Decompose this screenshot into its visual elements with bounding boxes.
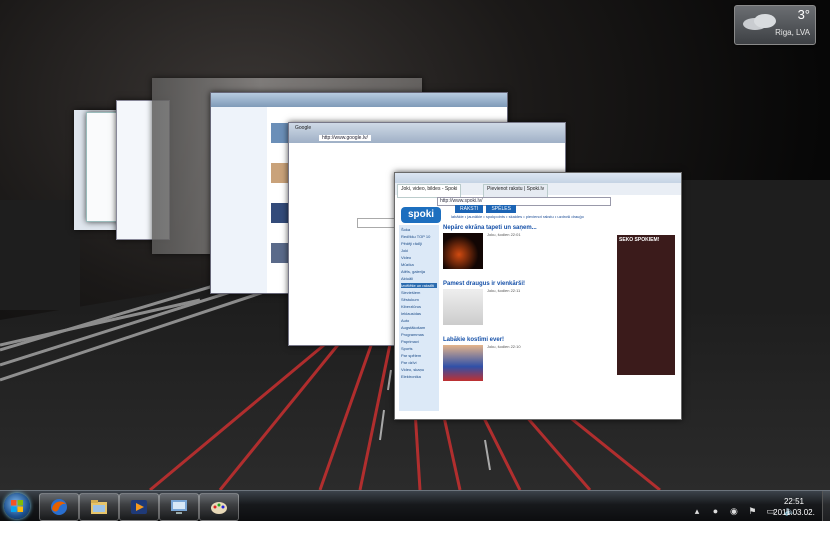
sidebar-item[interactable]: Video, skaņu (401, 367, 437, 372)
sidebar-item[interactable]: Mūzika (401, 262, 437, 267)
taskbar-media-player[interactable] (119, 493, 159, 521)
nav-item[interactable] (214, 138, 264, 143)
tab-spoki[interactable]: Joki, video, bildes - Spoki (397, 184, 462, 198)
flag-icon[interactable]: ⚑ (747, 506, 757, 516)
advertisement-banner[interactable]: SEKO SPOKIEM! (617, 235, 675, 375)
clock[interactable]: 22:51 2011.03.02. (770, 496, 818, 518)
skype-icon[interactable]: ● (710, 506, 720, 516)
spoki-browser-window[interactable]: Joki, video, bildes - Spoki Pievienot ra… (394, 172, 682, 420)
sidebar-item[interactable]: Šoka (401, 227, 437, 232)
taskbar-paint[interactable] (199, 493, 239, 521)
sidebar-item[interactable]: Paprimavi (401, 339, 437, 344)
clock-time: 22:51 (783, 497, 805, 506)
windows-start-icon[interactable] (4, 493, 30, 519)
google-titlebar[interactable]: Google http://www.google.lv/ (289, 123, 565, 143)
nav-item[interactable] (214, 129, 264, 134)
article[interactable]: Labākie kostīmi ever! Joku, šodien 22:10 (443, 337, 599, 381)
article-meta: Joku, šodien 22:10 (487, 344, 521, 349)
sidebar-item[interactable]: Aktuāli (401, 276, 437, 281)
sidebar-item[interactable]: Auto (401, 318, 437, 323)
sidebar-item[interactable]: Elektronika (401, 374, 437, 379)
sidebar-item[interactable]: Izvēlētie un rakstīti (401, 283, 437, 288)
article[interactable]: Nepārc ekrāna tapeti un saņem... Joku, š… (443, 225, 599, 269)
article-image[interactable] (443, 345, 483, 381)
explorer-nav-pane (211, 107, 267, 293)
spoki-nav-tabs: RAKSTI SPĒLES (455, 205, 518, 213)
taskbar-firefox[interactable] (39, 493, 79, 521)
nav-item[interactable] (214, 111, 264, 116)
ad-text: SEKO SPOKIEM! (619, 237, 660, 243)
spoki-tabbar: Joki, video, bildes - Spoki Pievienot ra… (395, 183, 681, 198)
sidebar-item[interactable]: Kiberzlūrus (401, 304, 437, 309)
taskbar: ▴ ● ◉ ⚑ ▭ 🔈 22:51 2011.03.02. (0, 490, 830, 521)
windows-flag-icon (11, 500, 23, 512)
spoki-categories[interactable]: labākie • jaunākie • spokpoints • skaide… (451, 214, 584, 219)
network-icon[interactable]: ◉ (729, 506, 739, 516)
taskbar-explorer[interactable] (79, 493, 119, 521)
spoki-logo[interactable]: spoki (401, 207, 441, 223)
tab-raksti[interactable]: RAKSTI (455, 205, 484, 213)
explorer-icon (91, 500, 107, 514)
weather-temperature: 3° (797, 7, 810, 22)
article-title[interactable]: Labākie kostīmi ever! (443, 337, 599, 343)
spoki-sidebar: Šoka Redīššu TOP 10 Pēdēji rādīji Joki V… (399, 225, 439, 411)
show-desktop-button[interactable] (822, 491, 830, 521)
sidebar-item[interactable]: Par spēlem (401, 353, 437, 358)
google-address-bar[interactable]: http://www.google.lv/ (319, 135, 371, 141)
show-hidden-icon[interactable]: ▴ (692, 506, 702, 516)
taskbar-remote-desktop[interactable] (159, 493, 199, 521)
remote-desktop-icon (171, 500, 187, 514)
paint-icon (211, 502, 227, 514)
article[interactable]: Pamest draugus ir vienkārši! Joku, šodie… (443, 281, 599, 325)
sidebar-item[interactable]: Par dzīvi (401, 360, 437, 365)
sidebar-item[interactable]: Sēstukum (401, 297, 437, 302)
explorer-titlebar[interactable] (211, 93, 507, 107)
nav-item[interactable] (214, 147, 264, 152)
sidebar-item[interactable]: Video (401, 255, 437, 260)
media-player-icon (131, 500, 147, 514)
nav-item[interactable] (214, 120, 264, 125)
tab-pievienot-rakstu[interactable]: Pievienot rakstu | Spoki.lv (483, 184, 549, 198)
sidebar-item[interactable]: Augstākošam (401, 325, 437, 330)
article-image[interactable] (443, 233, 483, 269)
google-tab[interactable]: Google (295, 125, 311, 131)
tab-speles[interactable]: SPĒLES (486, 205, 516, 213)
article-meta: Joku, šodien 22:01 (487, 232, 521, 237)
sidebar-item[interactable]: Joki (401, 248, 437, 253)
article-title[interactable]: Pamest draugus ir vienkārši! (443, 281, 599, 287)
weather-gadget[interactable]: 3° Riga, LVA (734, 5, 816, 45)
sidebar-item[interactable]: Atēls, galerija (401, 269, 437, 274)
article-image[interactable] (443, 289, 483, 325)
weather-city: Riga, LVA (775, 28, 810, 37)
sidebar-item[interactable]: Sports (401, 346, 437, 351)
sidebar-item[interactable]: Pēdēji rādīji (401, 241, 437, 246)
article-title[interactable]: Nepārc ekrāna tapeti un saņem... (443, 225, 599, 231)
sidebar-item[interactable]: Sieviešiem (401, 290, 437, 295)
firefox-icon (51, 499, 67, 515)
sidebar-item[interactable]: Redīššu TOP 10 (401, 234, 437, 239)
article-meta: Joku, šodien 22:11 (487, 288, 521, 293)
sidebar-item[interactable]: Programmas (401, 332, 437, 337)
desktop: 3° Riga, LVA Google http://www.google.lv… (0, 0, 830, 520)
clock-date: 2011.03.02. (773, 508, 815, 517)
sidebar-item[interactable]: Ieklausidas (401, 311, 437, 316)
